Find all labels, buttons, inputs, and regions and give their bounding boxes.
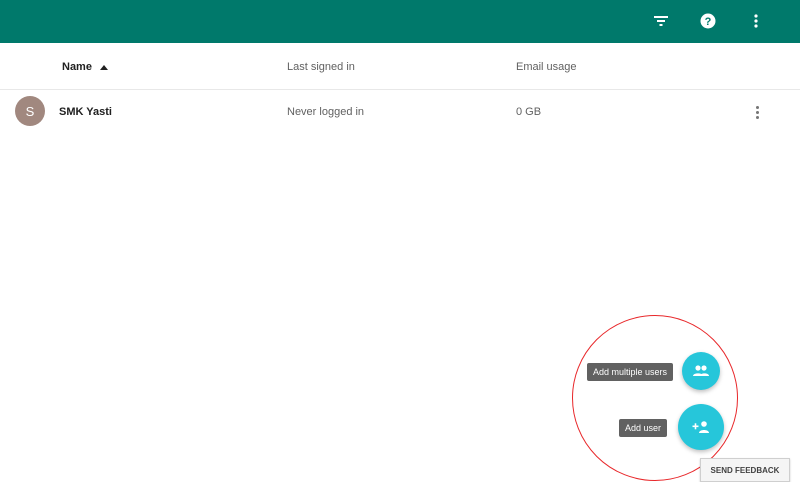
more-vert-icon[interactable] <box>744 9 768 33</box>
column-header-name[interactable]: Name <box>62 61 108 73</box>
avatar: S <box>15 96 45 126</box>
add-user-button[interactable] <box>678 404 724 450</box>
table-header: Name Last signed in Email usage <box>0 43 800 90</box>
sort-ascending-icon <box>99 64 108 70</box>
send-feedback-button[interactable]: SEND FEEDBACK <box>700 458 790 482</box>
column-header-last-signed-in[interactable]: Last signed in <box>287 61 355 73</box>
svg-text:?: ? <box>705 16 712 28</box>
highlight-annotation-circle <box>572 315 738 481</box>
email-usage-value: 0 GB <box>516 106 542 118</box>
column-header-email-usage[interactable]: Email usage <box>516 61 577 73</box>
person-add-icon <box>692 421 709 433</box>
add-multiple-users-tooltip: Add multiple users <box>587 363 674 381</box>
filter-icon[interactable] <box>649 9 673 33</box>
last-signed-in-value: Never logged in <box>287 106 365 118</box>
add-multiple-users-button[interactable] <box>682 352 720 390</box>
group-add-icon <box>693 365 709 376</box>
user-name[interactable]: SMK Yasti <box>59 106 112 118</box>
help-icon[interactable]: ? <box>696 9 720 33</box>
add-user-tooltip: Add user <box>619 419 668 437</box>
table-row[interactable]: S SMK Yasti Never logged in 0 GB <box>0 90 800 134</box>
column-header-name-label: Name <box>62 61 92 73</box>
row-more-vert-icon[interactable] <box>749 100 765 124</box>
top-app-bar: ? <box>0 0 800 43</box>
